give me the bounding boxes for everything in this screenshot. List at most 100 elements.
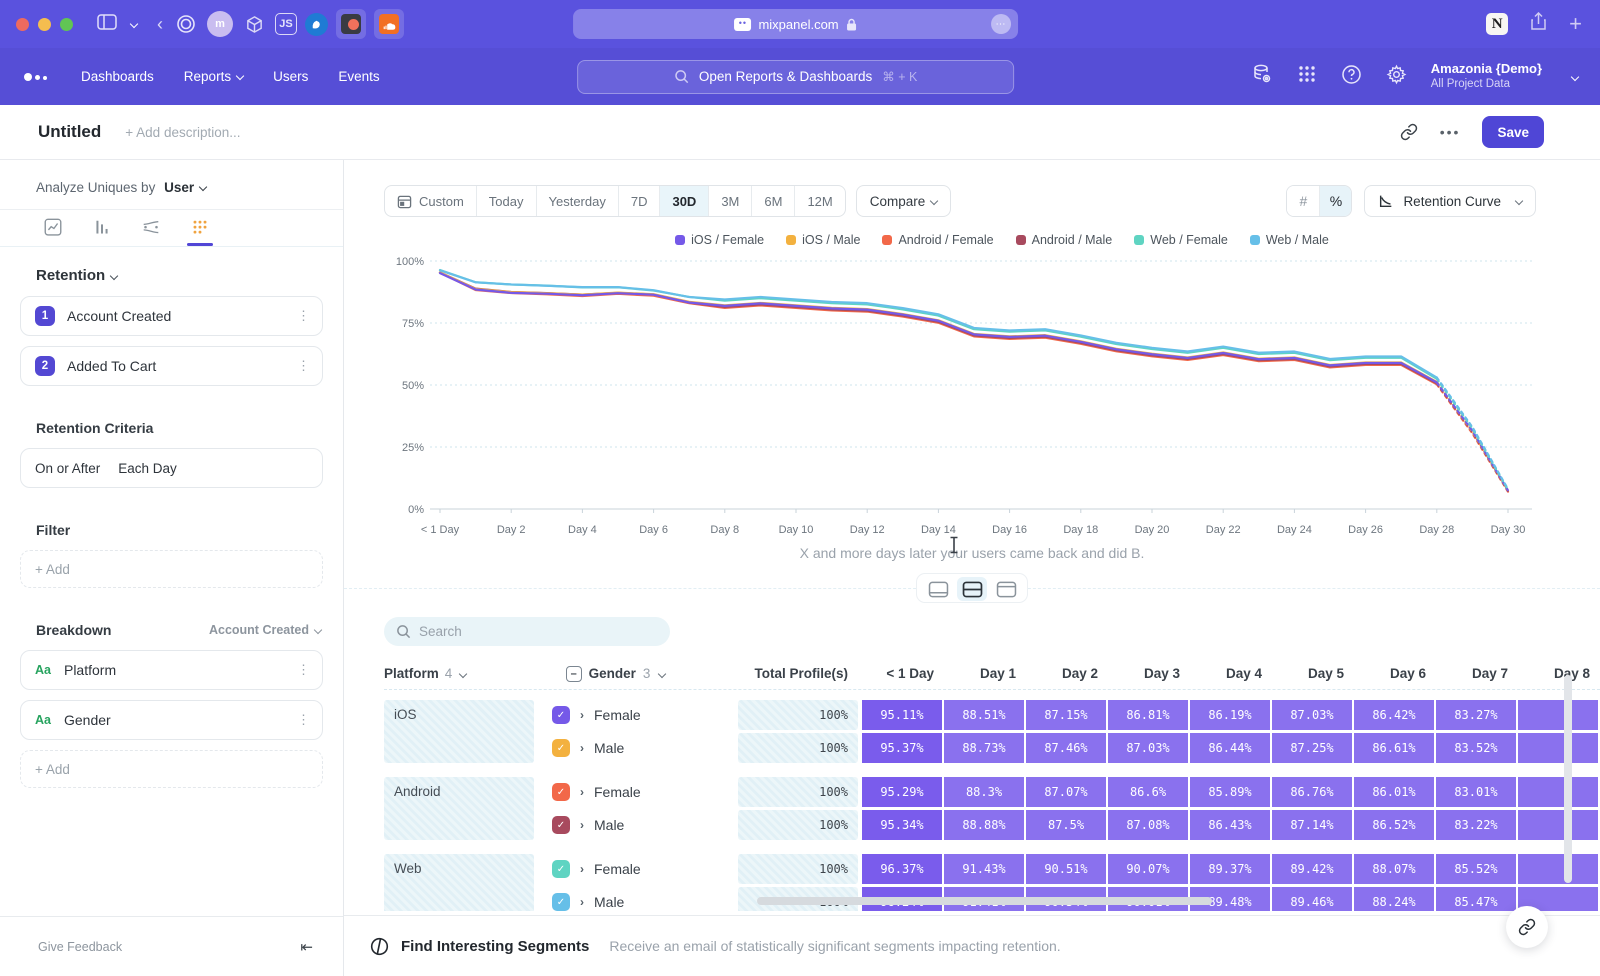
retention-value-cell[interactable]: 83.22% (1436, 810, 1516, 840)
row-checkbox[interactable]: ✓ (552, 893, 570, 911)
expand-chevron-icon[interactable]: › (580, 785, 584, 799)
project-switcher[interactable]: Amazonia {Demo} All Project Data (1431, 61, 1542, 92)
chart-type-dropdown[interactable]: Retention Curve (1364, 185, 1536, 217)
extension-cube-icon[interactable] (241, 11, 267, 37)
retention-value-cell[interactable]: 95.34% (862, 810, 942, 840)
retention-value-cell[interactable]: 88.07% (1354, 854, 1434, 884)
retention-value-cell[interactable]: 95.37% (862, 733, 942, 763)
column-header-total[interactable]: Total Profile(s) (745, 666, 858, 681)
retention-value-cell[interactable]: 86.76% (1272, 777, 1352, 807)
retention-value-cell[interactable]: 95.11% (862, 700, 942, 730)
nav-item-reports[interactable]: Reports (184, 69, 243, 84)
apps-grid-icon[interactable] (1297, 64, 1317, 89)
column-header-day[interactable]: Day 3 (1108, 666, 1188, 681)
chart-series-line[interactable] (440, 270, 1437, 377)
extension-patreon-icon[interactable] (336, 9, 366, 39)
indeterminate-checkbox[interactable]: – (566, 666, 582, 682)
copy-link-icon[interactable] (1400, 123, 1418, 141)
kebab-menu-icon[interactable]: ⋮ (297, 308, 310, 324)
legend-item[interactable]: iOS / Female (675, 233, 764, 247)
retention-value-cell[interactable]: 90.51% (1026, 854, 1106, 884)
compare-button[interactable]: Compare (856, 185, 952, 217)
retention-value-cell[interactable]: 89.46% (1272, 887, 1352, 911)
gender-cell[interactable]: ✓ › Male (546, 733, 726, 763)
breakdown-scope-dropdown[interactable]: Account Created (209, 623, 321, 637)
retention-value-cell[interactable]: 86.52% (1354, 810, 1434, 840)
tab-retention[interactable] (187, 218, 213, 246)
unit-percent-button[interactable]: % (1319, 186, 1351, 216)
close-window-button[interactable] (16, 18, 29, 31)
filter-add-button[interactable]: + Add (20, 550, 323, 588)
tab-insights[interactable] (40, 218, 66, 246)
retention-criteria-card[interactable]: On or After Each Day (20, 448, 323, 488)
expand-chevron-icon[interactable]: › (580, 862, 584, 876)
gender-cell[interactable]: ✓ › Female (546, 854, 726, 884)
range-6m[interactable]: 6M (752, 186, 795, 216)
layout-split-button[interactable] (957, 577, 987, 601)
legend-item[interactable]: iOS / Male (786, 233, 860, 247)
column-header-day[interactable]: Day 7 (1436, 666, 1516, 681)
platform-cell[interactable]: Android (384, 777, 534, 840)
global-search[interactable]: Open Reports & Dashboards ⌘ + K (577, 60, 1014, 94)
retention-value-cell[interactable] (1518, 810, 1598, 840)
retention-value-cell[interactable]: 96.37% (862, 854, 942, 884)
expand-chevron-icon[interactable]: › (580, 818, 584, 832)
retention-value-cell[interactable]: 91.43% (944, 854, 1024, 884)
retention-value-cell[interactable]: 90.07% (1108, 854, 1188, 884)
retention-value-cell[interactable]: 88.24% (1354, 887, 1434, 911)
browser-sidebar-icon[interactable] (97, 14, 117, 34)
tab-chevron-icon[interactable] (131, 16, 137, 33)
column-header-day[interactable]: Day 2 (1026, 666, 1106, 681)
step-card-account-created[interactable]: 1 Account Created ⋮ (20, 296, 323, 336)
analyze-value[interactable]: User (164, 180, 194, 195)
row-checkbox[interactable]: ✓ (552, 816, 570, 834)
column-header-day[interactable]: Day 6 (1354, 666, 1434, 681)
kebab-menu-icon[interactable]: ⋮ (297, 712, 310, 728)
analyze-uniques-row[interactable]: Analyze Uniques by User (0, 160, 343, 209)
legend-item[interactable]: Web / Female (1134, 233, 1228, 247)
retention-value-cell[interactable]: 89.37% (1190, 854, 1270, 884)
share-link-fab[interactable] (1506, 906, 1548, 948)
extension-duck-icon[interactable] (305, 13, 328, 36)
extension-m-icon[interactable]: m (207, 11, 233, 37)
retention-value-cell[interactable]: 86.43% (1190, 810, 1270, 840)
back-icon[interactable]: ‹ (157, 14, 163, 35)
column-header-day[interactable]: Day 8 (1518, 666, 1598, 681)
collapse-sidebar-icon[interactable]: ⇤ (300, 938, 313, 956)
retention-value-cell[interactable]: 85.52% (1436, 854, 1516, 884)
row-checkbox[interactable]: ✓ (552, 706, 570, 724)
retention-section-title[interactable]: Retention (0, 247, 343, 296)
window-controls[interactable] (16, 18, 73, 31)
retention-value-cell[interactable]: 87.15% (1026, 700, 1106, 730)
range-3m[interactable]: 3M (709, 186, 752, 216)
kebab-menu-icon[interactable]: ⋮ (297, 358, 310, 374)
breakdown-card-platform[interactable]: Aa Platform ⋮ (20, 650, 323, 690)
chart-series-line-projected[interactable] (1437, 384, 1508, 491)
retention-value-cell[interactable]: 86.44% (1190, 733, 1270, 763)
expand-chevron-icon[interactable]: › (580, 741, 584, 755)
retention-value-cell[interactable]: 86.19% (1190, 700, 1270, 730)
layout-chart-only-button[interactable] (923, 577, 953, 601)
row-checkbox[interactable]: ✓ (552, 860, 570, 878)
range-7d[interactable]: 7D (619, 186, 661, 216)
step-card-added-to-cart[interactable]: 2 Added To Cart ⋮ (20, 346, 323, 386)
new-tab-icon[interactable]: + (1569, 11, 1582, 37)
retention-value-cell[interactable] (1518, 733, 1598, 763)
table-search-input[interactable]: Search (384, 617, 670, 646)
minimize-window-button[interactable] (38, 18, 51, 31)
retention-value-cell[interactable]: 88.51% (944, 700, 1024, 730)
retention-value-cell[interactable]: 87.14% (1272, 810, 1352, 840)
retention-value-cell[interactable]: 87.03% (1108, 733, 1188, 763)
retention-value-cell[interactable]: 87.25% (1272, 733, 1352, 763)
address-bar[interactable]: •• mixpanel.com ⋯ (573, 9, 1018, 39)
retention-value-cell[interactable]: 83.27% (1436, 700, 1516, 730)
range-today[interactable]: Today (477, 186, 537, 216)
legend-item[interactable]: Android / Male (1016, 233, 1113, 247)
criteria-each-day[interactable]: Each Day (118, 461, 177, 476)
column-header-day[interactable]: Day 1 (944, 666, 1024, 681)
more-options-icon[interactable]: ••• (1440, 124, 1461, 140)
gender-cell[interactable]: ✓ › Male (546, 810, 726, 840)
expand-chevron-icon[interactable]: › (580, 895, 584, 909)
platform-cell[interactable]: Web (384, 854, 534, 911)
data-management-icon[interactable] (1251, 63, 1273, 90)
